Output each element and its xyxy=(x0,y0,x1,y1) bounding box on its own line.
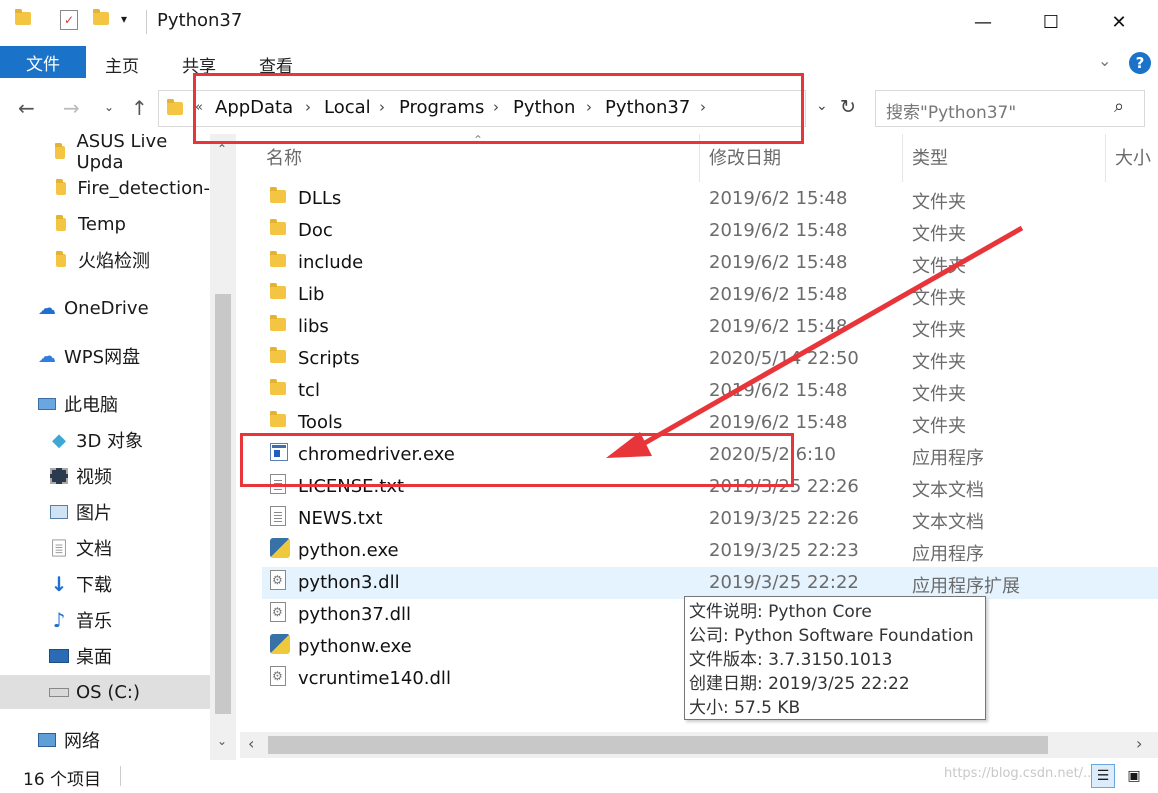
annotation-arrow xyxy=(606,225,1024,458)
